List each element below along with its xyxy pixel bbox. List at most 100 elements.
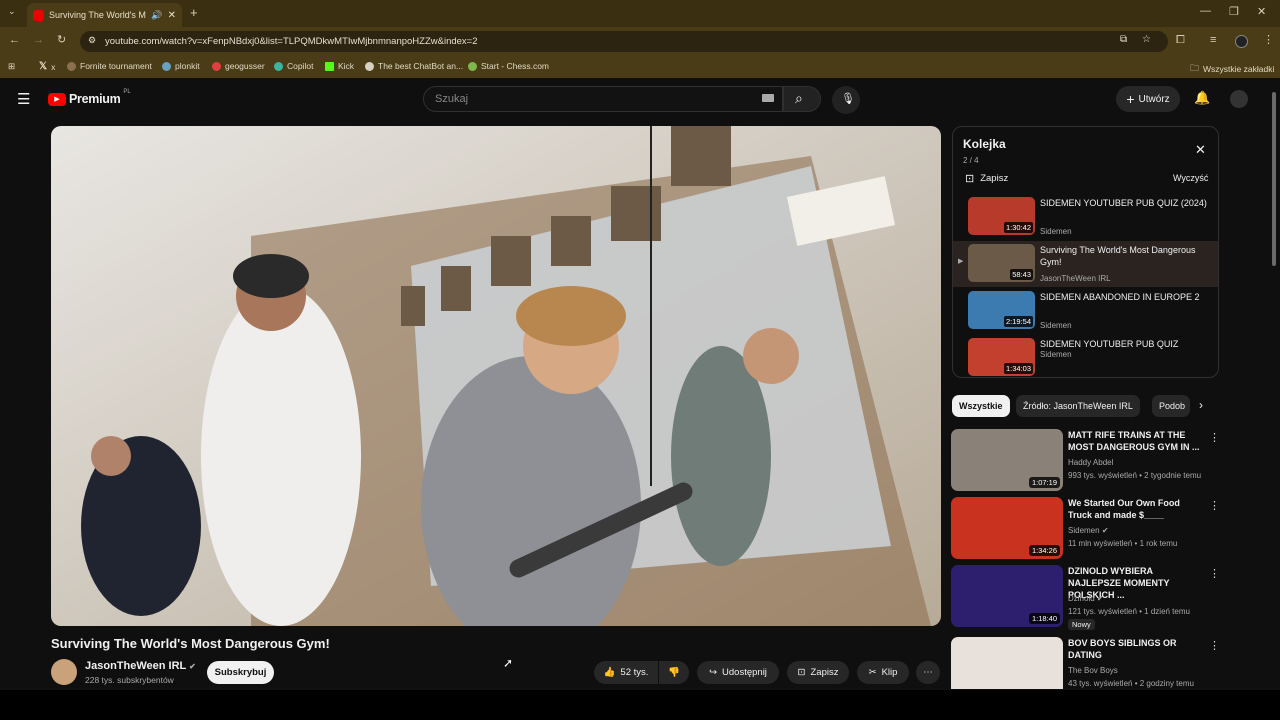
- queue-clear-button[interactable]: Wyczyść: [1173, 173, 1208, 183]
- share-icon: ↪: [709, 667, 718, 678]
- bookmark-fornite[interactable]: Fornite tournament: [67, 61, 152, 71]
- account-avatar[interactable]: [1230, 90, 1248, 108]
- scissors-icon: ✂: [868, 667, 877, 678]
- queue-item-title: SIDEMEN YOUTUBER PUB QUIZ (2024): [1040, 198, 1207, 208]
- cast-icon[interactable]: ⧉: [1120, 34, 1127, 45]
- recommendation-channel: Dzinold ✔: [1068, 594, 1104, 603]
- recommendation-thumbnail: [951, 637, 1063, 689]
- profile-avatar[interactable]: [1235, 35, 1248, 48]
- bookmark-star-icon[interactable]: ☆: [1142, 34, 1151, 45]
- bookmark-copilot[interactable]: Copilot: [274, 61, 313, 71]
- duration-badge: 1:07:19: [1028, 477, 1060, 488]
- recommendation-title: We Started Our Own Food Truck and made $…: [1068, 498, 1180, 520]
- all-bookmarks-label: Wszystkie zakładki: [1203, 64, 1275, 74]
- youtube-masthead: ☰ ▶ Premium PL Szukaj ⌕ 🎙 + Utwórz 🔔: [0, 80, 1280, 118]
- recommendation-item[interactable]: BOV BOYS SIBLINGS OR DATING The Bov Boys…: [951, 637, 1219, 689]
- more-vertical-icon[interactable]: ⋮: [1209, 639, 1219, 652]
- queue-item-channel: JasonTheWeen IRL: [1040, 274, 1111, 283]
- more-actions-button[interactable]: ⋯: [916, 661, 940, 684]
- bookmark-plonkit[interactable]: plonkit: [162, 61, 200, 71]
- voice-search-button[interactable]: 🎙: [832, 86, 860, 114]
- search-button[interactable]: ⌕: [783, 86, 821, 112]
- reload-icon[interactable]: ↻: [57, 33, 66, 46]
- bookmark-label: plonkit: [175, 61, 200, 71]
- bookmark-chess[interactable]: Start - Chess.com: [468, 61, 549, 71]
- queue-item[interactable]: 2:19:54 SIDEMEN ABANDONED IN EUROPE 2 Si…: [953, 288, 1218, 334]
- recommendation-item[interactable]: 1:07:19 MATT RIFE TRAINS AT THE MOST DAN…: [951, 429, 1220, 493]
- bookmark-kick[interactable]: Kick: [325, 61, 354, 71]
- bookmark-geogusser[interactable]: geogusser: [212, 61, 265, 71]
- recommendation-channel-text: Dzinold: [1068, 594, 1095, 603]
- more-vertical-icon[interactable]: ⋮: [1209, 431, 1220, 444]
- chevron-right-icon[interactable]: ›: [1199, 398, 1203, 412]
- browser-tab[interactable]: Surviving The World's Most 🔊 ✕: [27, 3, 182, 27]
- save-button[interactable]: ⊡ Zapisz: [787, 661, 849, 684]
- dislike-button[interactable]: 👎: [659, 661, 689, 684]
- scrollbar-thumb[interactable]: [1272, 92, 1276, 266]
- notifications-bell-icon[interactable]: 🔔: [1194, 90, 1210, 106]
- chip-similar[interactable]: Podob: [1152, 395, 1190, 417]
- recommendation-channel: Haddy Abdel: [1068, 458, 1114, 467]
- channel-avatar[interactable]: [51, 659, 77, 685]
- queue-item-channel: Sidemen: [1040, 321, 1072, 330]
- queue-save-label: Zapisz: [980, 173, 1009, 184]
- plus-icon: +: [1126, 91, 1135, 107]
- search-input[interactable]: Szukaj: [423, 86, 783, 112]
- queue-save-button[interactable]: ⊡ Zapisz: [965, 172, 1008, 185]
- keyboard-icon[interactable]: [762, 94, 774, 102]
- video-frame: [51, 126, 941, 626]
- bookmark-chatbot[interactable]: The best ChatBot an...: [365, 61, 463, 71]
- duration-badge: 1:34:03: [1003, 363, 1033, 374]
- apps-icon[interactable]: ⊞: [8, 61, 15, 72]
- back-icon[interactable]: ←: [9, 34, 20, 46]
- clip-button[interactable]: ✂ Klip: [857, 661, 909, 684]
- share-button[interactable]: ↪ Udostępnij: [697, 661, 779, 684]
- recommendation-item[interactable]: 1:34:26 We Started Our Own Food Truck an…: [951, 497, 1220, 561]
- duration-badge: 1:18:40: [1028, 613, 1060, 624]
- forward-icon[interactable]: →: [33, 34, 44, 46]
- queue-item-current[interactable]: ▶ 58:43 Surviving The World's Most Dange…: [953, 241, 1218, 287]
- url-input[interactable]: ⚙ youtube.com/watch?v=xFenpNBdxj0&list=T…: [80, 31, 1168, 52]
- bookmark-label: geogusser: [225, 61, 265, 71]
- queue-close-icon[interactable]: ✕: [1195, 142, 1206, 158]
- minimize-icon[interactable]: —: [1200, 5, 1211, 17]
- create-button[interactable]: + Utwórz: [1116, 86, 1180, 112]
- more-vertical-icon[interactable]: ⋮: [1209, 567, 1220, 580]
- close-window-icon[interactable]: ✕: [1257, 5, 1266, 18]
- like-button[interactable]: 👍 52 tys.: [594, 661, 658, 684]
- subscriber-count: 228 tys. subskrybentów: [85, 675, 174, 685]
- bookmarks-bar: ⊞ 𝕏x Fornite tournament plonkit geogusse…: [0, 56, 1280, 78]
- maximize-icon[interactable]: ❐: [1229, 5, 1239, 18]
- audio-icon[interactable]: 🔊: [151, 10, 162, 21]
- pawn-icon: [468, 61, 477, 71]
- bookmark-x[interactable]: 𝕏x: [39, 61, 55, 72]
- queue-item[interactable]: 1:30:42 SIDEMEN YOUTUBER PUB QUIZ (2024)…: [953, 194, 1218, 240]
- all-bookmarks[interactable]: 🗀 Wszystkie zakładki: [1190, 61, 1274, 77]
- extensions-icon[interactable]: ⧠: [1176, 34, 1185, 47]
- tab-close-icon[interactable]: ✕: [168, 10, 176, 21]
- copilot-icon: [274, 61, 283, 71]
- subscribe-button[interactable]: Subskrybuj: [207, 661, 274, 684]
- media-icon[interactable]: ≡: [1210, 34, 1216, 46]
- clip-label: Klip: [881, 667, 898, 678]
- hamburger-menu-icon[interactable]: ☰: [17, 90, 30, 108]
- pin-icon: [212, 61, 221, 71]
- channel-name[interactable]: JasonTheWeen IRL ✔: [85, 660, 196, 672]
- site-info-icon[interactable]: ⚙: [88, 35, 96, 46]
- recommendation-thumbnail: 1:34:26: [951, 497, 1063, 559]
- browser-menu-icon[interactable]: ⋮: [1263, 33, 1274, 46]
- chip-source[interactable]: Źródło: JasonTheWeen IRL: [1016, 395, 1140, 417]
- more-vertical-icon[interactable]: ⋮: [1209, 499, 1220, 512]
- duration-badge: 2:19:54: [1003, 316, 1033, 327]
- new-tab-icon[interactable]: +: [190, 5, 198, 20]
- tab-search-icon[interactable]: ⌄: [8, 6, 16, 17]
- chip-all[interactable]: Wszystkie: [952, 395, 1010, 417]
- channel-name-text: JasonTheWeen IRL: [85, 660, 187, 672]
- bookmark-label: Fornite tournament: [80, 61, 152, 71]
- recommendation-item[interactable]: 1:18:40 DZINOLD WYBIERA NAJLEPSZE MOMENT…: [951, 565, 1220, 630]
- youtube-logo[interactable]: ▶ Premium PL: [48, 89, 131, 106]
- duration-badge: 58:43: [1010, 269, 1033, 280]
- video-player[interactable]: [51, 126, 941, 626]
- queue-item[interactable]: 1:34:03 SIDEMEN YOUTUBER PUB QUIZ Sideme…: [953, 335, 1218, 377]
- duration-badge: 1:30:42: [1003, 222, 1033, 233]
